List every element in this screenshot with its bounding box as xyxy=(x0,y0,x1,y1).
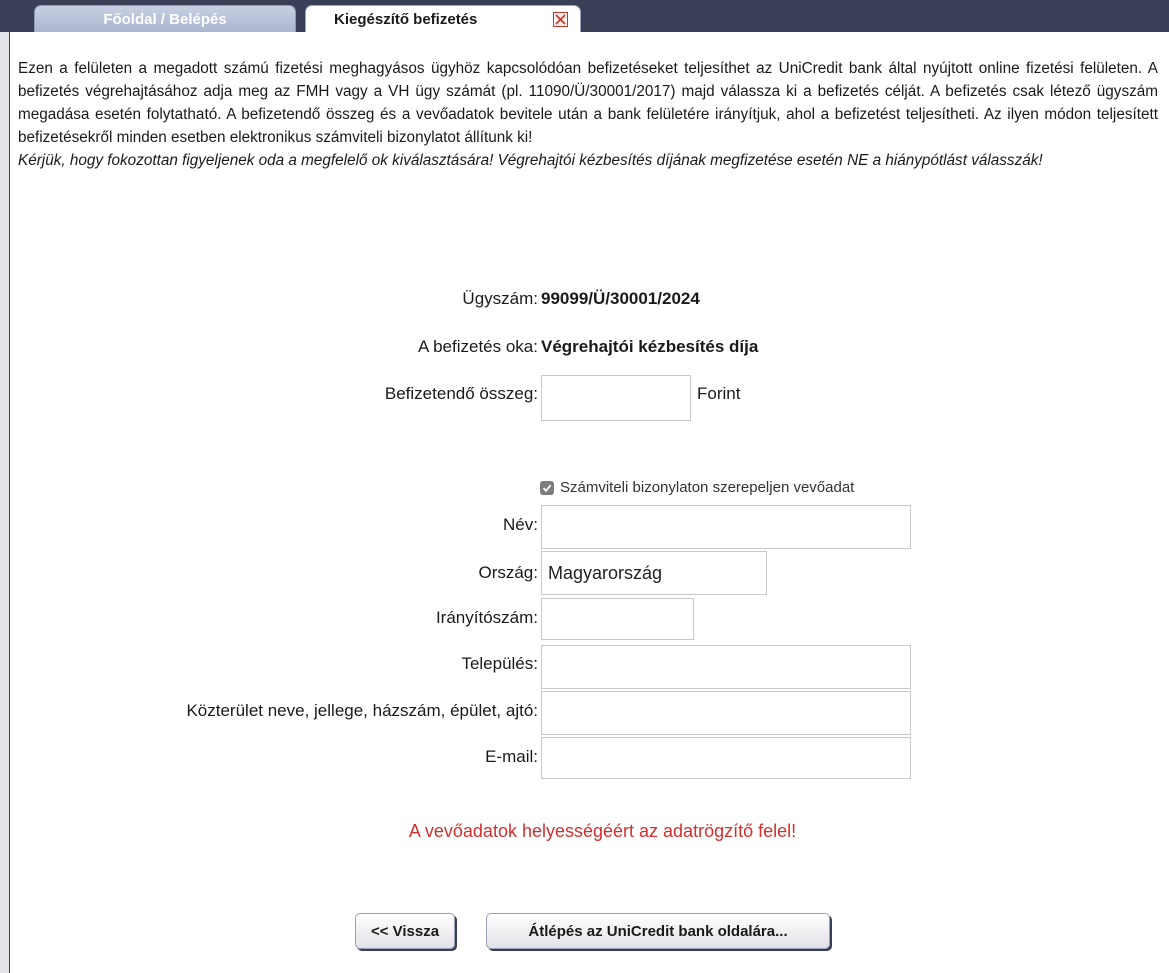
payment-reason-value: Végrehajtói kézbesítés díja xyxy=(541,337,759,356)
check-icon xyxy=(542,484,552,492)
country-input[interactable] xyxy=(541,551,767,595)
tab-home-login[interactable]: Főoldal / Belépés xyxy=(34,5,296,32)
street-input[interactable] xyxy=(541,691,911,735)
tab-supplementary-payment[interactable]: Kiegészítő befizetés xyxy=(305,5,581,32)
amount-input[interactable] xyxy=(541,375,691,421)
zip-input[interactable] xyxy=(541,598,694,640)
tab-label: Kiegészítő befizetés xyxy=(334,11,478,28)
country-label: Ország: xyxy=(478,563,538,582)
proceed-to-bank-button[interactable]: Átlépés az UniCredit bank oldalára... xyxy=(486,913,830,949)
name-input[interactable] xyxy=(541,505,911,549)
case-number-value: 99099/Ü/30001/2024 xyxy=(541,289,700,308)
zip-label: Irányítószám: xyxy=(435,608,538,627)
name-label: Név: xyxy=(503,515,538,534)
amount-unit: Forint xyxy=(697,384,741,403)
buyer-data-checkbox-row[interactable]: Számviteli bizonylaton szerepeljen vevőa… xyxy=(540,479,854,496)
payment-reason-label: A befizetés oka: xyxy=(417,337,538,356)
intro-warning: Kérjük, hogy fokozottan figyeljenek oda … xyxy=(18,152,1043,169)
tab-bar: Főoldal / Belépés Kiegészítő befizetés xyxy=(0,0,1169,32)
intro-text: Ezen a felületen a megadott számú fizeté… xyxy=(18,57,1158,172)
email-input[interactable] xyxy=(541,737,911,779)
close-icon[interactable] xyxy=(553,12,568,27)
buyer-data-notice: A vevőadatok helyességéért az adatrögzít… xyxy=(408,821,797,841)
buyer-data-checkbox[interactable] xyxy=(540,480,554,495)
buyer-data-checkbox-label: Számviteli bizonylaton szerepeljen vevőa… xyxy=(560,479,855,496)
intro-paragraph: Ezen a felületen a megadott számú fizeté… xyxy=(18,60,1158,146)
amount-label: Befizetendő összeg: xyxy=(384,384,538,403)
back-button[interactable]: << Vissza xyxy=(355,913,455,949)
city-label: Település: xyxy=(461,654,538,673)
street-label: Közterület neve, jellege, házszám, épüle… xyxy=(186,701,538,720)
email-label: E-mail: xyxy=(485,747,538,766)
tab-label: Főoldal / Belépés xyxy=(103,11,227,28)
case-number-label: Ügyszám: xyxy=(462,289,538,308)
city-input[interactable] xyxy=(541,645,911,689)
